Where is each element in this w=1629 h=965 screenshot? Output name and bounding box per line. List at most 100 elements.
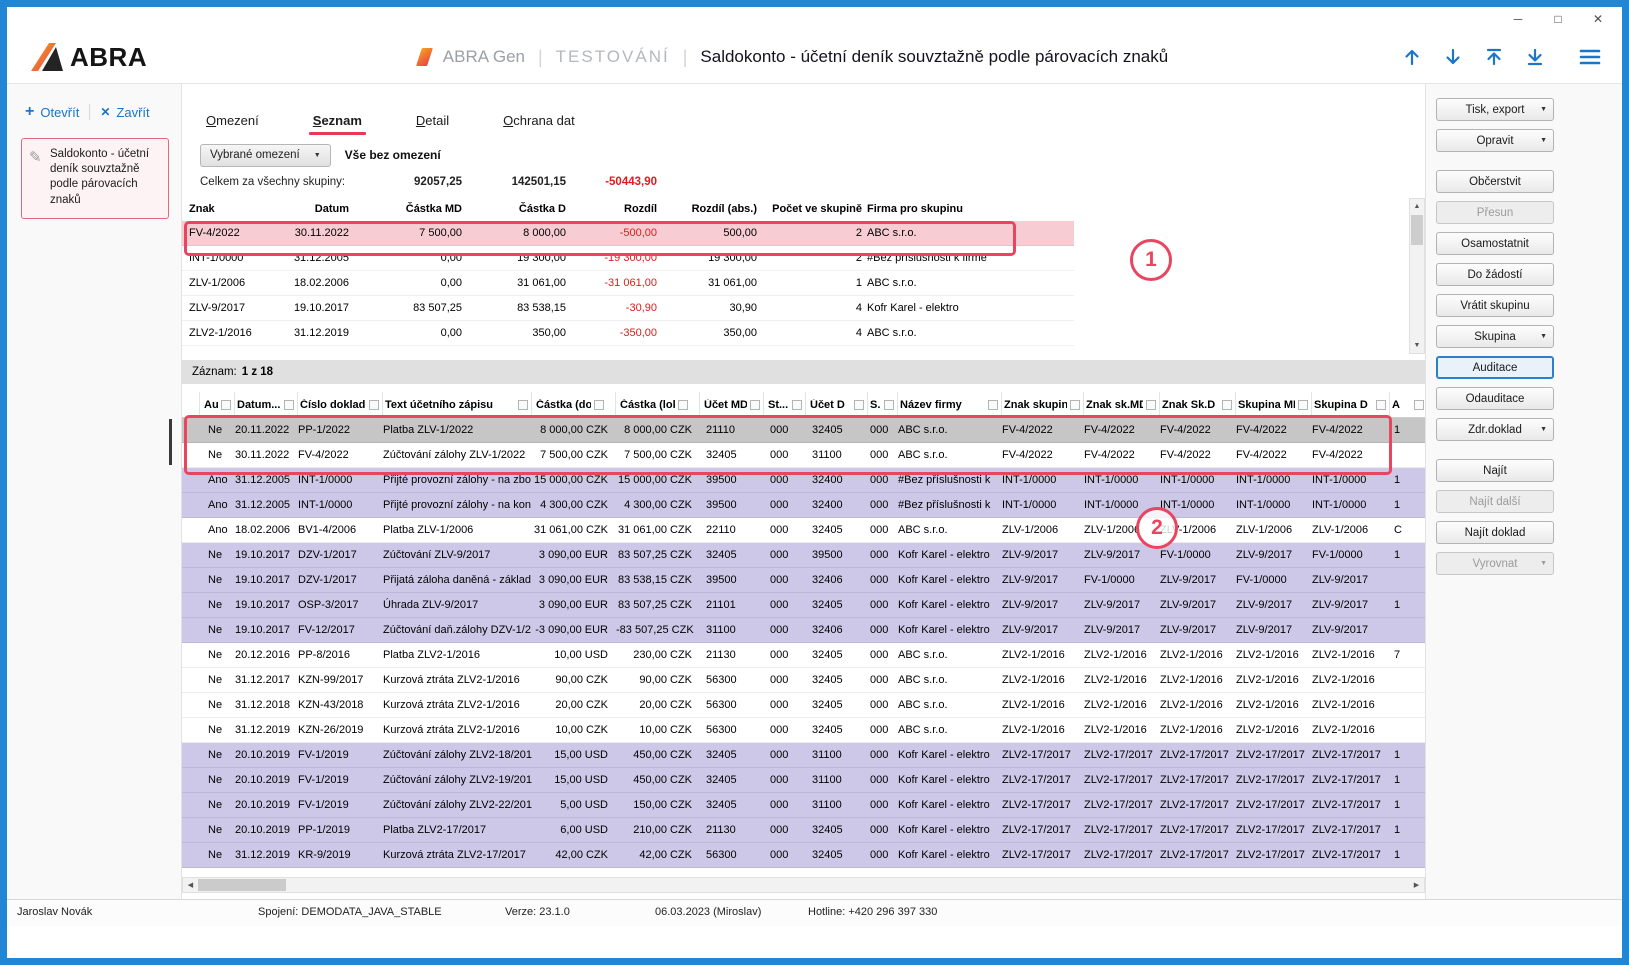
journal-row[interactable]: Ne30.11.2022FV-4/2022Zúčtování zálohy ZL… [182,443,1425,468]
group-row[interactable]: INT-1/000031.12.20050,0019 300,00-19 300… [182,246,1074,271]
action-button-do-zadosti[interactable]: Do žádostí [1436,263,1554,286]
group-row[interactable]: ZLV2-1/201631.12.20190,00350,00-350,0035… [182,321,1074,346]
scroll-up-button[interactable]: ▲ [1410,199,1424,214]
row-gutter [182,443,200,467]
column-header-nazev-firmy[interactable]: Název firmy [898,392,1002,417]
journal-row[interactable]: Ne20.10.2019FV-1/2019Zúčtování zálohy ZL… [182,793,1425,818]
maximize-button[interactable]: □ [1550,12,1566,26]
column-header-audit[interactable]: Audit [200,392,235,417]
column-header-znak[interactable]: Znak [189,198,277,221]
action-button-odauditace[interactable]: Odauditace [1436,387,1554,410]
journal-row[interactable]: Ne19.10.2017DZV-1/2017Přijatá záloha dan… [182,568,1425,593]
journal-row[interactable]: Ne20.10.2019PP-1/2019Platba ZLV2-17/2017… [182,818,1425,843]
journal-cell: 32405 [806,843,868,867]
journal-row[interactable]: Ano31.12.2005INT-1/0000Přijté provozní z… [182,468,1425,493]
journal-row[interactable]: Ne20.10.2019FV-1/2019Zúčtování zálohy ZL… [182,768,1425,793]
arrow-up-icon[interactable] [1400,45,1424,69]
journal-row[interactable]: Ne31.12.2019KZN-26/2019Kurzová ztráta ZL… [182,718,1425,743]
arrow-to-top-icon[interactable] [1482,45,1506,69]
menu-icon[interactable] [1578,45,1602,69]
action-button-obcerstvit[interactable]: Občerstvit [1436,170,1554,193]
column-header-skupina-d[interactable]: Skupina D [1312,392,1390,417]
button-label: Vrátit skupinu [1460,300,1529,312]
column-header-ucet-md[interactable]: Účet MD [700,392,764,417]
journal-cell: ZLV2-1/2016 [1002,668,1084,692]
action-button-vratit-skupinu[interactable]: Vrátit skupinu [1436,294,1554,317]
status-hotline: Hotline: +420 296 397 330 [808,906,937,918]
journal-row[interactable]: Ne20.11.2022PP-1/2022Platba ZLV-1/20228 … [182,418,1425,443]
group-row[interactable]: FV-4/202230.11.20227 500,008 000,00-500,… [182,221,1074,246]
journal-cell: 15 000,00 CZK [616,468,700,492]
journal-cell: 32405 [700,793,764,817]
tab-detail[interactable]: Detail [412,113,453,140]
action-button-najit-doklad[interactable]: Najít doklad [1436,521,1554,544]
column-header-datum[interactable]: Datum [277,198,349,221]
journal-row[interactable]: Ne19.10.2017OSP-3/2017Úhrada ZLV-9/20173… [182,593,1425,618]
column-header-datum[interactable]: Datum... [235,392,298,417]
journal-row[interactable]: Ne19.10.2017DZV-1/2017Zúčtování ZLV-9/20… [182,543,1425,568]
group-cell: ABC s.r.o. [862,271,1074,295]
vertical-scrollbar[interactable]: ▲ ▼ [1409,198,1425,354]
scrollbar-thumb[interactable] [1411,215,1423,245]
tab-omezeni[interactable]: Omezení [202,113,263,140]
tab-seznam[interactable]: Seznam [309,113,366,140]
column-header-s[interactable]: S... [868,392,898,417]
journal-cell: 32405 [806,718,868,742]
journal-row[interactable]: Ne31.12.2019KR-9/2019Kurzová ztráta ZLV2… [182,843,1425,868]
journal-row[interactable]: Ano31.12.2005INT-1/0000Přijté provozní z… [182,493,1425,518]
action-button-najit[interactable]: Najít [1436,459,1554,482]
group-row[interactable]: ZLV-9/201719.10.201783 507,2583 538,15-3… [182,296,1074,321]
column-header-firma-pro-skupinu[interactable]: Firma pro skupinu [862,198,1074,221]
journal-row[interactable]: Ne20.10.2019FV-1/2019Zúčtování zálohy ZL… [182,743,1425,768]
column-header-rozdil-abs[interactable]: Rozdíl (abs.) [657,198,757,221]
scroll-down-button[interactable]: ▼ [1410,338,1424,353]
scrollbar-thumb[interactable] [198,879,286,891]
journal-row[interactable]: Ne20.12.2016PP-8/2016Platba ZLV2-1/20161… [182,643,1425,668]
column-header-rozdil[interactable]: Rozdíl [566,198,657,221]
tab-ochrana-dat[interactable]: Ochrana dat [499,113,579,140]
journal-row[interactable]: Ano18.02.2006BV1-4/2006Platba ZLV-1/2006… [182,518,1425,543]
column-header-castka-lok[interactable]: Částka (lok.) [616,392,700,417]
column-header-pocet-ve-skupine[interactable]: Počet ve skupině [757,198,862,221]
action-button-zdr-doklad[interactable]: Zdr.doklad▼ [1436,418,1554,441]
restriction-dropdown[interactable]: Vybrané omezení ▼ [200,144,331,167]
group-row[interactable]: ZLV-1/200618.02.20060,0031 061,00-31 061… [182,271,1074,296]
arrow-to-bottom-icon[interactable] [1523,45,1547,69]
close-button[interactable]: ✕ [1590,12,1606,26]
column-header-st[interactable]: St... [764,392,806,417]
column-header-znak-sk-d[interactable]: Znak Sk.D [1160,392,1236,417]
horizontal-scrollbar[interactable]: ◀ ▶ [182,877,1425,893]
arrow-down-icon[interactable] [1441,45,1465,69]
action-button-skupina[interactable]: Skupina▼ [1436,325,1554,348]
scroll-right-button[interactable]: ▶ [1409,878,1424,892]
action-button-osamostatnit[interactable]: Osamostatnit [1436,232,1554,255]
column-header-castka-d[interactable]: Částka D [462,198,566,221]
action-button-opravit[interactable]: Opravit▼ [1436,129,1554,152]
close-tab-button[interactable]: ✕ Zavřít [100,105,149,120]
journal-cell: 1 [1390,468,1425,492]
journal-cell: Kofr Karel - elektro [898,543,1002,567]
column-header-castka-dokl[interactable]: Částka (dokl.) [532,392,616,417]
minimize-button[interactable]: ─ [1510,12,1526,26]
column-header-a[interactable]: A [1390,392,1425,417]
column-header-znak-skupiny[interactable]: Znak skupiny [1002,392,1084,417]
scroll-left-button[interactable]: ◀ [183,878,198,892]
column-header-cislo-dokladu[interactable]: Číslo dokladu [298,392,383,417]
journal-row[interactable]: Ne31.12.2018KZN-43/2018Kurzová ztráta ZL… [182,693,1425,718]
journal-row[interactable]: Ne31.12.2017KZN-99/2017Kurzová ztráta ZL… [182,668,1425,693]
column-header-text-ucetniho-zapisu[interactable]: Text účetního zápisu [383,392,532,417]
action-button-tisk-export[interactable]: Tisk, export▼ [1436,98,1554,121]
column-header-castka-md[interactable]: Částka MD [349,198,462,221]
open-agenda-item[interactable]: ✎ Saldokonto - účetní deník souvztažně p… [21,138,169,219]
open-button[interactable]: + Otevřít [25,104,79,120]
column-header-znak-sk-md[interactable]: Znak sk.MD [1084,392,1160,417]
groups-table-header: ZnakDatumČástka MDČástka DRozdílRozdíl (… [182,198,1425,221]
column-label: Částka (lok.) [620,399,675,411]
journal-row[interactable]: Ne19.10.2017FV-12/2017Zúčtování daň.zálo… [182,618,1425,643]
journal-cell: FV-4/2022 [1002,418,1084,442]
column-header-ucet-d[interactable]: Účet D [806,392,868,417]
journal-cell: ZLV2-17/2017 [1312,843,1390,867]
journal-cell: Ano [200,493,235,517]
action-button-auditace[interactable]: Auditace [1436,356,1554,379]
column-header-skupina-md[interactable]: Skupina MD [1236,392,1312,417]
